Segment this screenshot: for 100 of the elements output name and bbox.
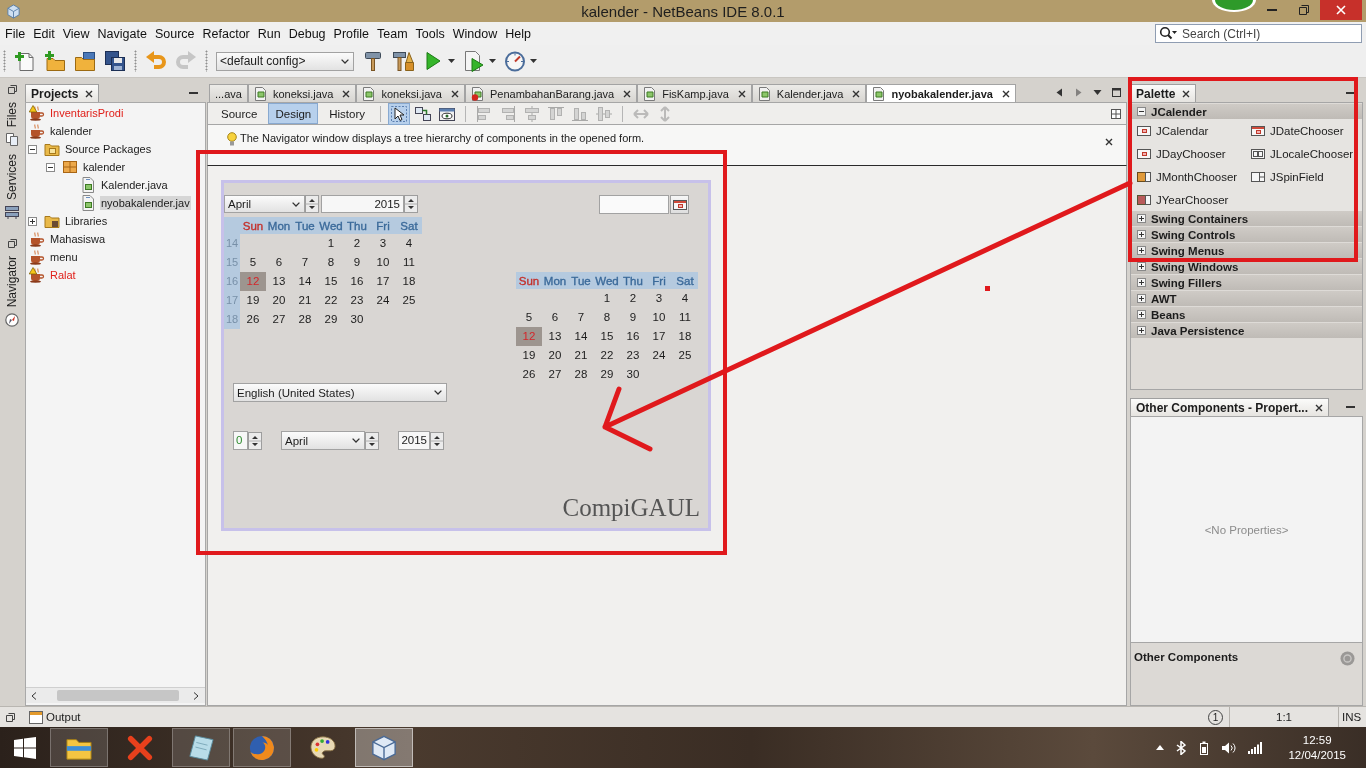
calendar-day[interactable]: 15 bbox=[318, 272, 344, 291]
restore-icon[interactable] bbox=[6, 712, 15, 722]
month-dropdown[interactable]: April bbox=[281, 431, 365, 450]
calendar-day[interactable]: 5 bbox=[240, 253, 266, 272]
date-field[interactable] bbox=[599, 195, 669, 214]
view-tab[interactable]: Design bbox=[268, 103, 319, 124]
calendar-day[interactable]: 22 bbox=[594, 346, 620, 365]
editor-tab[interactable]: nyobakalender.java bbox=[866, 84, 1016, 102]
calendar-day[interactable]: 1 bbox=[318, 234, 344, 253]
calendar-day[interactable]: 28 bbox=[568, 365, 594, 384]
calendar-day[interactable]: 25 bbox=[672, 346, 698, 365]
calendar-day[interactable]: 10 bbox=[370, 253, 396, 272]
editor-tab[interactable]: PenambahanBarang.java bbox=[465, 84, 638, 102]
close-icon[interactable] bbox=[451, 89, 459, 98]
calendar-day[interactable]: 6 bbox=[266, 253, 292, 272]
close-icon[interactable] bbox=[737, 89, 746, 98]
locale-dropdown[interactable]: English (United States) bbox=[233, 383, 447, 402]
collapse-icon[interactable] bbox=[46, 162, 55, 172]
tree-item[interactable]: nyobakalender.jav bbox=[100, 196, 191, 210]
view-tab[interactable]: History bbox=[322, 103, 373, 124]
calendar-day[interactable]: 27 bbox=[266, 310, 292, 329]
calendar-day[interactable]: 13 bbox=[266, 272, 292, 291]
expand-icon[interactable] bbox=[28, 216, 37, 226]
calendar-day[interactable]: 2 bbox=[344, 234, 370, 253]
palette-item[interactable]: JYearChooser bbox=[1137, 188, 1251, 211]
restore-icon[interactable] bbox=[7, 85, 17, 94]
folder-plus-icon[interactable] bbox=[44, 50, 66, 72]
tree-item[interactable]: Kalender.java bbox=[100, 178, 169, 192]
volume-icon[interactable] bbox=[1222, 741, 1237, 754]
menubar-item[interactable]: Source bbox=[150, 24, 199, 43]
calendar-day[interactable]: 18 bbox=[672, 327, 698, 346]
calendar-day[interactable]: 27 bbox=[542, 365, 568, 384]
document-plus-icon[interactable] bbox=[14, 50, 36, 72]
calendar-day[interactable]: 26 bbox=[240, 310, 266, 329]
close-icon[interactable] bbox=[623, 89, 632, 98]
cursor-icon[interactable] bbox=[389, 103, 410, 124]
calendar-day[interactable]: 29 bbox=[318, 310, 344, 329]
calendar-day[interactable]: 18 bbox=[396, 272, 422, 291]
calendar-day[interactable]: 3 bbox=[370, 234, 396, 253]
menubar-item[interactable]: Refactor bbox=[198, 24, 254, 43]
calendar-day[interactable]: 3 bbox=[646, 289, 672, 308]
bluetooth-icon[interactable] bbox=[1176, 740, 1187, 755]
calendar-day[interactable]: 9 bbox=[620, 308, 646, 327]
palette-category[interactable]: AWT bbox=[1131, 291, 1362, 306]
close-icon[interactable] bbox=[1315, 403, 1323, 412]
config-dropdown[interactable]: <default config> bbox=[216, 51, 354, 71]
calendar-day[interactable]: 15 bbox=[594, 327, 620, 346]
search-icon[interactable] bbox=[1159, 26, 1177, 40]
tree-item[interactable]: kalender bbox=[49, 124, 94, 138]
calendar-day[interactable]: 20 bbox=[542, 346, 568, 365]
close-icon[interactable] bbox=[342, 89, 351, 98]
triangle-down-icon[interactable] bbox=[1093, 88, 1102, 97]
spinner-icon[interactable] bbox=[430, 431, 444, 450]
close-button[interactable] bbox=[1320, 0, 1362, 20]
calendar-day[interactable]: 24 bbox=[370, 291, 396, 310]
palette-category[interactable]: Swing Menus bbox=[1131, 243, 1362, 258]
editor-tab[interactable]: ...ava bbox=[209, 84, 248, 102]
minimize-icon[interactable] bbox=[1346, 405, 1355, 408]
menubar-item[interactable]: View bbox=[58, 24, 94, 43]
palette-category[interactable]: Beans bbox=[1131, 307, 1362, 322]
menubar-item[interactable]: Tools bbox=[411, 24, 449, 43]
month-dropdown[interactable]: April bbox=[224, 195, 305, 213]
calendar-day[interactable]: 10 bbox=[646, 308, 672, 327]
close-icon[interactable] bbox=[852, 89, 861, 98]
tree-item[interactable]: menu bbox=[49, 250, 79, 264]
calendar-day[interactable]: 28 bbox=[292, 310, 318, 329]
editor-tab[interactable]: koneksi.java bbox=[247, 84, 357, 102]
panel-tab[interactable]: Palette bbox=[1130, 84, 1197, 102]
spinner-icon[interactable] bbox=[404, 195, 418, 213]
taskbar-button[interactable] bbox=[50, 728, 108, 767]
floppy-disks-icon[interactable] bbox=[104, 50, 126, 72]
hammer-broom-icon[interactable] bbox=[392, 50, 414, 72]
menubar-item[interactable]: Edit bbox=[29, 24, 59, 43]
menubar-item[interactable]: Team bbox=[373, 24, 412, 43]
menubar-item[interactable]: Profile bbox=[329, 24, 373, 43]
palette-category[interactable]: Swing Controls bbox=[1131, 227, 1362, 242]
menubar-item[interactable]: Help bbox=[501, 24, 535, 43]
calendar-day[interactable]: 9 bbox=[344, 253, 370, 272]
calendar-day[interactable]: 25 bbox=[396, 291, 422, 310]
horizontal-scrollbar[interactable] bbox=[26, 687, 205, 703]
caret-icon[interactable] bbox=[530, 59, 537, 63]
restore-icon[interactable] bbox=[7, 239, 17, 249]
tree-item[interactable]: kalender bbox=[82, 160, 127, 174]
calendar-day[interactable]: 16 bbox=[344, 272, 370, 291]
year-field[interactable]: 2015 bbox=[398, 431, 430, 450]
chevron-up-icon[interactable] bbox=[1156, 745, 1165, 750]
menubar-item[interactable]: Navigate bbox=[93, 24, 151, 43]
caret-icon[interactable] bbox=[489, 59, 496, 63]
minimize-icon[interactable] bbox=[189, 91, 198, 94]
calendar-day[interactable]: 14 bbox=[292, 272, 318, 291]
calendar-day[interactable]: 29 bbox=[594, 365, 620, 384]
calendar-day[interactable]: 6 bbox=[542, 308, 568, 327]
close-icon[interactable] bbox=[1001, 89, 1010, 98]
panel-tab[interactable]: Other Components - Propert... bbox=[1130, 398, 1329, 416]
hammer-icon[interactable] bbox=[362, 50, 384, 72]
palette-item[interactable]: JDateChooser bbox=[1251, 119, 1362, 142]
calendar-day[interactable]: 16 bbox=[620, 327, 646, 346]
gauge-icon[interactable] bbox=[504, 50, 526, 72]
spinner-icon[interactable] bbox=[248, 431, 262, 450]
palette-category[interactable]: Swing Containers bbox=[1131, 211, 1362, 226]
